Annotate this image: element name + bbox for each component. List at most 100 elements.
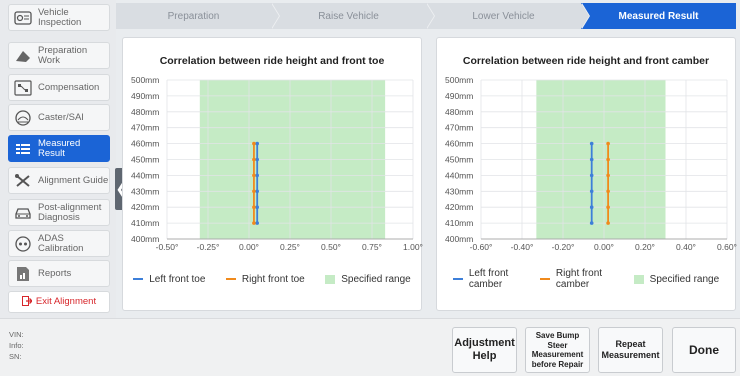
x-tick-label: 0.50° [321, 242, 341, 252]
sidebar-item-reports[interactable]: Reports [8, 260, 110, 287]
data-point [589, 205, 594, 209]
y-tick-label: 460mm [131, 139, 159, 149]
y-tick-label: 470mm [131, 123, 159, 133]
x-tick-label: 0.00° [594, 242, 614, 252]
legend-label: Right front toe [241, 273, 305, 285]
caster-icon [12, 108, 34, 128]
data-point [589, 189, 594, 194]
sidebar-item-preparation-work[interactable]: Preparation Work [8, 42, 110, 69]
done-button[interactable]: Done [672, 327, 736, 373]
y-tick-label: 500mm [445, 75, 473, 85]
y-tick-label: 490mm [445, 91, 473, 101]
legend-specified-range: Specified range [633, 274, 719, 285]
chart-legend: Left front toe Right front toe Specified… [123, 266, 421, 292]
data-point [255, 189, 259, 194]
sidebar-item-measured-result[interactable]: Measured Result [8, 135, 110, 162]
sidebar-item-label: Measured Result [38, 137, 81, 159]
x-tick-label: 0.60° [717, 242, 737, 252]
toe-chart: 400mm410mm420mm430mm440mm450mm460mm470mm… [131, 75, 423, 252]
vehicle-info: VIN: Info: SN: [9, 329, 24, 362]
y-tick-label: 450mm [445, 155, 473, 165]
y-tick-label: 420mm [131, 202, 159, 212]
y-tick-label: 470mm [445, 123, 473, 133]
y-tick-label: 410mm [131, 218, 159, 228]
data-point [606, 221, 610, 225]
vehicle-inspection-icon [12, 8, 34, 28]
adas-icon [12, 234, 34, 254]
data-point [606, 205, 610, 209]
legend-label: Specified range [341, 273, 411, 285]
legend-left-front-toe: Left front toe [133, 274, 205, 285]
x-tick-label: -0.20° [552, 242, 575, 252]
data-point [255, 205, 259, 209]
sidebar: Vehicle Inspection Preparation Work Comp… [0, 0, 116, 318]
sidebar-item-vehicle-inspection[interactable]: Vehicle Inspection [8, 4, 110, 31]
y-tick-label: 500mm [131, 75, 159, 85]
sidebar-item-label: Vehicle Inspection [38, 6, 82, 28]
button-label: Save Bump Steer Measurement before Repai… [531, 331, 584, 369]
step-measured-result: Measured Result [581, 3, 736, 29]
x-tick-label: -0.25° [197, 242, 220, 252]
bottom-bar: VIN: Info: SN: Adjustment Help Save Bump… [0, 318, 740, 376]
sidebar-item-label: Alignment Guide [38, 174, 109, 186]
y-tick-label: 480mm [445, 107, 473, 117]
legend-label: Right front [555, 268, 603, 279]
exit-alignment-button[interactable]: Exit Alignment [8, 291, 110, 313]
x-tick-label: 1.00° [403, 242, 423, 252]
x-tick-label: 0.00° [239, 242, 259, 252]
data-point [255, 221, 259, 225]
legend-right-front-toe: Right front toe [225, 273, 305, 285]
step-progress-bar: Preparation Raise Vehicle Lower Vehicle … [116, 3, 736, 29]
data-point [606, 157, 610, 162]
exit-alignment-label: Exit Alignment [35, 296, 97, 307]
y-tick-label: 420mm [445, 202, 473, 212]
x-tick-label: -0.40° [511, 242, 534, 252]
y-tick-label: 450mm [131, 155, 159, 165]
legend-specified-range: Specified range [325, 274, 411, 285]
sidebar-item-compensation[interactable]: Compensation [8, 74, 110, 101]
y-tick-label: 430mm [445, 186, 473, 196]
save-bump-steer-button[interactable]: Save Bump Steer Measurement before Repai… [525, 327, 590, 373]
x-tick-label: 0.20° [635, 242, 655, 252]
measured-result-icon [12, 139, 34, 159]
sidebar-item-adas-calibration[interactable]: ADAS Calibration [8, 230, 110, 257]
data-point [589, 221, 594, 225]
sidebar-item-label: Post-alignment Diagnosis [38, 201, 102, 223]
step-preparation: Preparation [116, 3, 280, 29]
legend-label: camber [555, 279, 590, 290]
report-icon [12, 264, 34, 284]
data-point [252, 141, 256, 146]
step-label: Lower Vehicle [472, 10, 535, 22]
legend-label: Left front [468, 268, 509, 279]
legend-label: Left front toe [149, 273, 206, 285]
sidebar-item-post-alignment-diagnosis[interactable]: Post-alignment Diagnosis [8, 199, 110, 226]
sidebar-item-caster-sai[interactable]: Caster/SAI [8, 104, 110, 131]
info-label: Info: [9, 341, 24, 350]
sidebar-item-label: ADAS Calibration [38, 232, 84, 254]
sidebar-item-label: Reports [38, 267, 72, 279]
data-point [255, 173, 259, 178]
sidebar-item-alignment-guide[interactable]: Alignment Guide [8, 167, 110, 194]
data-point [606, 173, 610, 178]
data-point [252, 205, 256, 209]
x-tick-label: 0.75° [362, 242, 382, 252]
compensation-icon [12, 78, 34, 98]
legend-left-front-camber: Left front camber [452, 268, 509, 290]
adjustment-help-button[interactable]: Adjustment Help [452, 327, 517, 373]
data-point [255, 141, 259, 146]
sidebar-item-label: Preparation Work [38, 44, 88, 66]
data-point [606, 141, 610, 146]
data-point [606, 189, 610, 194]
preparation-icon [12, 46, 34, 66]
repeat-measurement-button[interactable]: Repeat Measurement [598, 327, 663, 373]
legend-label: camber [468, 279, 503, 290]
chart-legend: Left front camber Right front camber Speci… [437, 266, 735, 292]
x-tick-label: -0.60° [470, 242, 493, 252]
step-label: Preparation [167, 10, 220, 22]
y-tick-label: 490mm [131, 91, 159, 101]
y-tick-label: 460mm [445, 139, 473, 149]
wrench-icon [12, 171, 34, 191]
data-point [252, 189, 256, 194]
exit-icon [21, 293, 33, 311]
button-label: Repeat Measurement [601, 339, 660, 360]
